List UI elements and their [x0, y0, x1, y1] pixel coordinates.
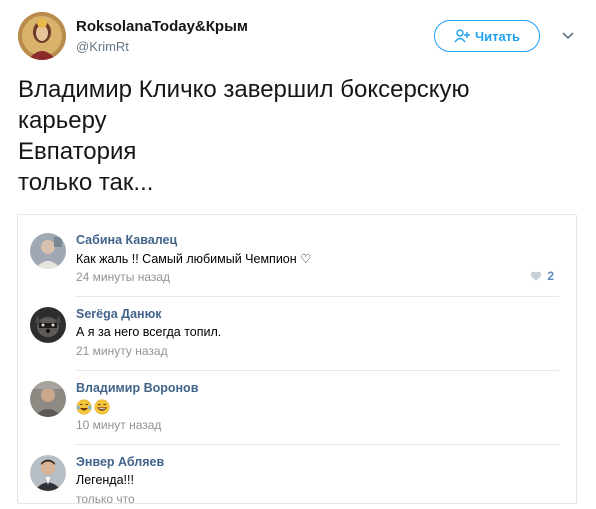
comment: Сабина Кавалец Как жаль !! Самый любимый…	[30, 231, 560, 301]
commenter-avatar-image	[30, 233, 66, 269]
comment-time[interactable]: 10 минут назад	[76, 418, 161, 432]
author-name[interactable]: RoksolanaToday&Крым	[76, 18, 248, 35]
comment-text: Легенда!!!	[76, 473, 134, 487]
comment-divider	[75, 444, 559, 445]
comment-emojis	[76, 399, 110, 415]
commenter-avatar-image	[30, 381, 66, 417]
comment-text: А я за него всегда топил.	[76, 325, 222, 339]
comment: Владимир Воронов 10 минут назад	[30, 379, 560, 449]
author-avatar-image	[18, 12, 66, 60]
author-avatar[interactable]	[18, 12, 66, 60]
tweet-text-line: Евпатория	[18, 138, 137, 165]
comment-time[interactable]: 21 минуту назад	[76, 344, 168, 358]
commenter-avatar[interactable]	[30, 307, 66, 343]
comment-time[interactable]: только что	[76, 492, 135, 503]
comment: Энвер Абляев Легенда!!! только что	[30, 453, 560, 503]
add-user-icon	[454, 29, 470, 43]
comment-divider	[75, 296, 559, 297]
like-button[interactable]: 2	[530, 269, 554, 283]
commenter-name[interactable]: Serёga Данюк	[76, 307, 162, 321]
commenter-name[interactable]: Сабина Кавалец	[76, 233, 177, 247]
tweet-text-line: Владимир Кличко завершил боксерскую	[18, 76, 470, 103]
comment: Serёga Данюк А я за него всегда топил. 2…	[30, 305, 560, 375]
more-options-button[interactable]	[558, 28, 578, 44]
attached-image[interactable]: Сабина Кавалец Как жаль !! Самый любимый…	[17, 214, 577, 504]
comment-text: Как жаль !! Самый любимый Чемпион ♡	[76, 252, 312, 266]
tweet-header: RoksolanaToday&Крым @KrimRt Читать	[18, 12, 578, 64]
like-count: 2	[547, 269, 554, 283]
tweet-text-line: карьеру	[18, 107, 107, 134]
commenter-avatar[interactable]	[30, 381, 66, 417]
author-handle[interactable]: @KrimRt	[76, 39, 129, 54]
tweet-text: Владимир Кличко завершил боксерскую карь…	[18, 74, 578, 198]
commenter-name[interactable]: Владимир Воронов	[76, 381, 198, 395]
follow-button-label: Читать	[474, 28, 521, 44]
commenter-avatar[interactable]	[30, 455, 66, 491]
laughing-tears-emoji-icon	[76, 399, 92, 415]
commenter-name[interactable]: Энвер Абляев	[76, 455, 164, 469]
grinning-emoji-icon	[94, 399, 110, 415]
commenter-avatar-image	[30, 307, 66, 343]
commenter-avatar-image	[30, 455, 66, 491]
commenter-avatar[interactable]	[30, 233, 66, 269]
comment-time[interactable]: 24 минуты назад	[76, 270, 170, 284]
comment-divider	[75, 370, 559, 371]
heart-icon	[531, 271, 542, 281]
follow-button[interactable]: Читать	[434, 20, 540, 52]
tweet-text-line: только так...	[18, 169, 154, 196]
chevron-down-icon	[562, 32, 574, 40]
